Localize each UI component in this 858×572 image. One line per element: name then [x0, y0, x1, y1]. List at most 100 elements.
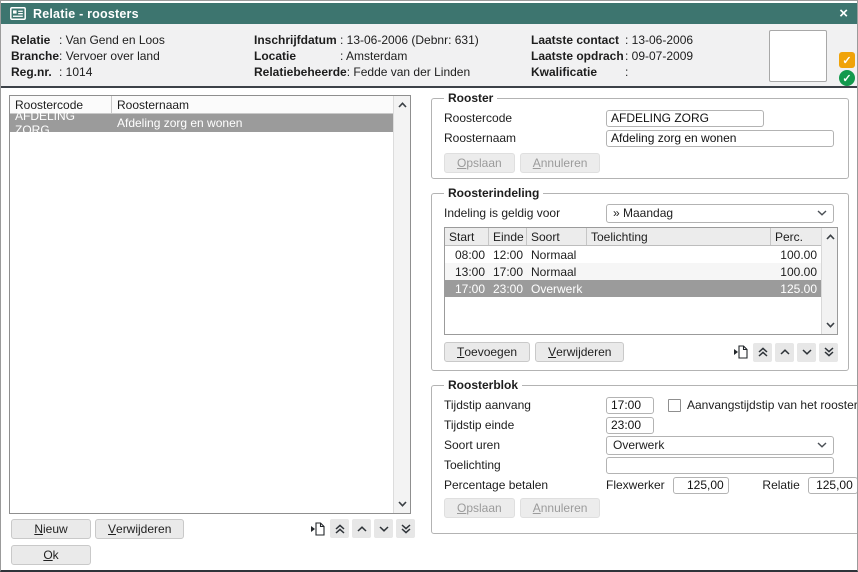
- blok-opslaan-button[interactable]: Opslaan: [444, 498, 515, 518]
- rooster-annuleren-button[interactable]: Annuleren: [520, 153, 601, 173]
- indeling-row[interactable]: 08:00 12:00 Normaal 100.00: [445, 246, 821, 263]
- laatste-opdracht-value: : 09-07-2009: [625, 48, 693, 64]
- roster-list-record-controls: [308, 519, 415, 538]
- relation-photo-placeholder: [769, 30, 827, 82]
- indeling-grid: Start Einde Soort Toelichting Perc. 08:0…: [444, 227, 838, 335]
- relatiebeheerder-label: Relatiebeheerde: [254, 64, 347, 80]
- move-bottom-icon[interactable]: [396, 519, 415, 538]
- scroll-down-icon[interactable]: [822, 317, 838, 333]
- roster-list-row[interactable]: AFDELING ZORG Afdeling zorg en wonen: [10, 114, 393, 132]
- soort-uren-label: Soort uren: [444, 438, 606, 452]
- indeling-record-controls: [731, 343, 838, 362]
- chevron-down-icon: [817, 210, 827, 216]
- roosterindeling-group-title: Roosterindeling: [444, 186, 543, 200]
- nieuw-button[interactable]: Nieuw: [11, 519, 91, 539]
- header-column-middle: Inschrijfdatum: 13-06-2006 (Debnr: 631) …: [254, 32, 479, 80]
- goto-record-icon[interactable]: [308, 519, 327, 538]
- close-icon[interactable]: ×: [839, 6, 848, 21]
- indeling-verwijderen-button[interactable]: Verwijderen: [535, 342, 624, 362]
- soort-uren-value: Overwerk: [613, 438, 664, 452]
- kwalificatie-value: :: [625, 64, 628, 80]
- regnr-value: : 1014: [59, 64, 92, 80]
- rooster-group: Rooster Roostercode Roosternaam Opslaan …: [431, 91, 849, 179]
- rooster-group-title: Rooster: [444, 91, 497, 105]
- toelichting-column-header: Toelichting: [587, 228, 771, 245]
- roostercode-input[interactable]: [606, 110, 764, 127]
- toevoegen-button[interactable]: Toevoegen: [444, 342, 530, 362]
- header-column-left: Relatie: Van Gend en Loos Branche: Vervo…: [11, 32, 165, 80]
- indeling-row[interactable]: 13:00 17:00 Normaal 100.00: [445, 263, 821, 280]
- chevron-down-icon: [817, 442, 827, 448]
- indeling-grid-scrollbar[interactable]: [821, 228, 837, 334]
- einde-column-header: Einde: [489, 228, 527, 245]
- laatste-opdracht-label: Laatste opdrach: [531, 48, 625, 64]
- roosterblok-group-title: Roosterblok: [444, 378, 522, 392]
- relatie-label: Relatie: [11, 32, 59, 48]
- move-top-icon[interactable]: [753, 343, 772, 362]
- move-top-icon[interactable]: [330, 519, 349, 538]
- soort-column-header: Soort: [527, 228, 587, 245]
- relatie-percentage-label: Relatie: [762, 478, 799, 492]
- indeling-geldig-voor-label: Indeling is geldig voor: [444, 206, 606, 220]
- roostercode-label: Roostercode: [444, 111, 606, 125]
- tijdstip-einde-input[interactable]: [606, 417, 654, 434]
- branche-value: : Vervoer over land: [59, 48, 160, 64]
- move-down-icon[interactable]: [797, 343, 816, 362]
- geldig-voor-value: » Maandag: [613, 206, 673, 220]
- title-bar[interactable]: Relatie - roosters ×: [1, 3, 857, 24]
- aanvangstijdstip-checkbox[interactable]: [668, 399, 681, 412]
- blok-toelichting-label: Toelichting: [444, 458, 606, 472]
- tijdstip-einde-label: Tijdstip einde: [444, 418, 606, 432]
- roosternaam-label: Roosternaam: [444, 131, 606, 145]
- contact-card-icon: [10, 7, 26, 20]
- relatiebeheerder-value: : Fedde van der Linden: [347, 64, 470, 80]
- orange-check-icon[interactable]: ✓: [839, 52, 855, 68]
- flexwerker-label: Flexwerker: [606, 478, 665, 492]
- move-up-icon[interactable]: [352, 519, 371, 538]
- move-bottom-icon[interactable]: [819, 343, 838, 362]
- laatste-contact-value: : 13-06-2006: [625, 32, 693, 48]
- roster-row-name: Afdeling zorg en wonen: [112, 114, 393, 132]
- goto-record-icon[interactable]: [731, 343, 750, 362]
- roosterindeling-group: Roosterindeling Indeling is geldig voor …: [431, 186, 849, 371]
- percentage-betalen-label: Percentage betalen: [444, 478, 606, 492]
- roster-list: Roostercode Roosternaam AFDELING ZORG Af…: [9, 95, 411, 514]
- verwijderen-button[interactable]: Verwijderen: [95, 519, 184, 539]
- locatie-value: : Amsterdam: [340, 48, 407, 64]
- green-check-icon[interactable]: ✓: [839, 70, 855, 86]
- regnr-label: Reg.nr.: [11, 64, 59, 80]
- flexwerker-percentage-input[interactable]: [673, 477, 729, 494]
- roster-list-scrollbar[interactable]: [393, 96, 410, 513]
- blok-annuleren-button[interactable]: Annuleren: [520, 498, 601, 518]
- indeling-row[interactable]: 17:00 23:00 Overwerk 125.00: [445, 280, 821, 297]
- scroll-down-icon[interactable]: [394, 496, 410, 512]
- rooster-opslaan-button[interactable]: Opslaan: [444, 153, 515, 173]
- ok-button[interactable]: Ok: [11, 545, 91, 565]
- header-column-right: Laatste contact: 13-06-2006 Laatste opdr…: [531, 32, 693, 80]
- blok-toelichting-input[interactable]: [606, 457, 834, 474]
- relation-info-header: Relatie: Van Gend en Loos Branche: Vervo…: [1, 24, 857, 88]
- roosternaam-column-header: Roosternaam: [112, 96, 393, 113]
- relatie-percentage-input[interactable]: [808, 477, 858, 494]
- kwalificatie-label: Kwalificatie: [531, 64, 625, 80]
- tijdstip-aanvang-label: Tijdstip aanvang: [444, 398, 606, 412]
- soort-uren-dropdown[interactable]: Overwerk: [606, 436, 834, 455]
- start-column-header: Start: [445, 228, 489, 245]
- branche-label: Branche: [11, 48, 59, 64]
- inschrijfdatum-label: Inschrijfdatum: [254, 32, 340, 48]
- inschrijfdatum-value: : 13-06-2006 (Debnr: 631): [340, 32, 479, 48]
- relatie-value: : Van Gend en Loos: [59, 32, 165, 48]
- laatste-contact-label: Laatste contact: [531, 32, 625, 48]
- roosternaam-input[interactable]: [606, 130, 834, 147]
- perc-column-header: Perc.: [771, 228, 821, 245]
- relatie-roosters-window: Relatie - roosters × Relatie: Van Gend e…: [0, 0, 858, 572]
- roster-row-code: AFDELING ZORG: [10, 114, 112, 132]
- aanvangstijdstip-checkbox-label: Aanvangstijdstip van het rooster: [687, 398, 858, 412]
- scroll-up-icon[interactable]: [822, 229, 838, 245]
- move-up-icon[interactable]: [775, 343, 794, 362]
- geldig-voor-dropdown[interactable]: » Maandag: [606, 204, 834, 223]
- scroll-up-icon[interactable]: [394, 97, 410, 113]
- move-down-icon[interactable]: [374, 519, 393, 538]
- tijdstip-aanvang-input[interactable]: [606, 397, 654, 414]
- window-title: Relatie - roosters: [33, 7, 139, 21]
